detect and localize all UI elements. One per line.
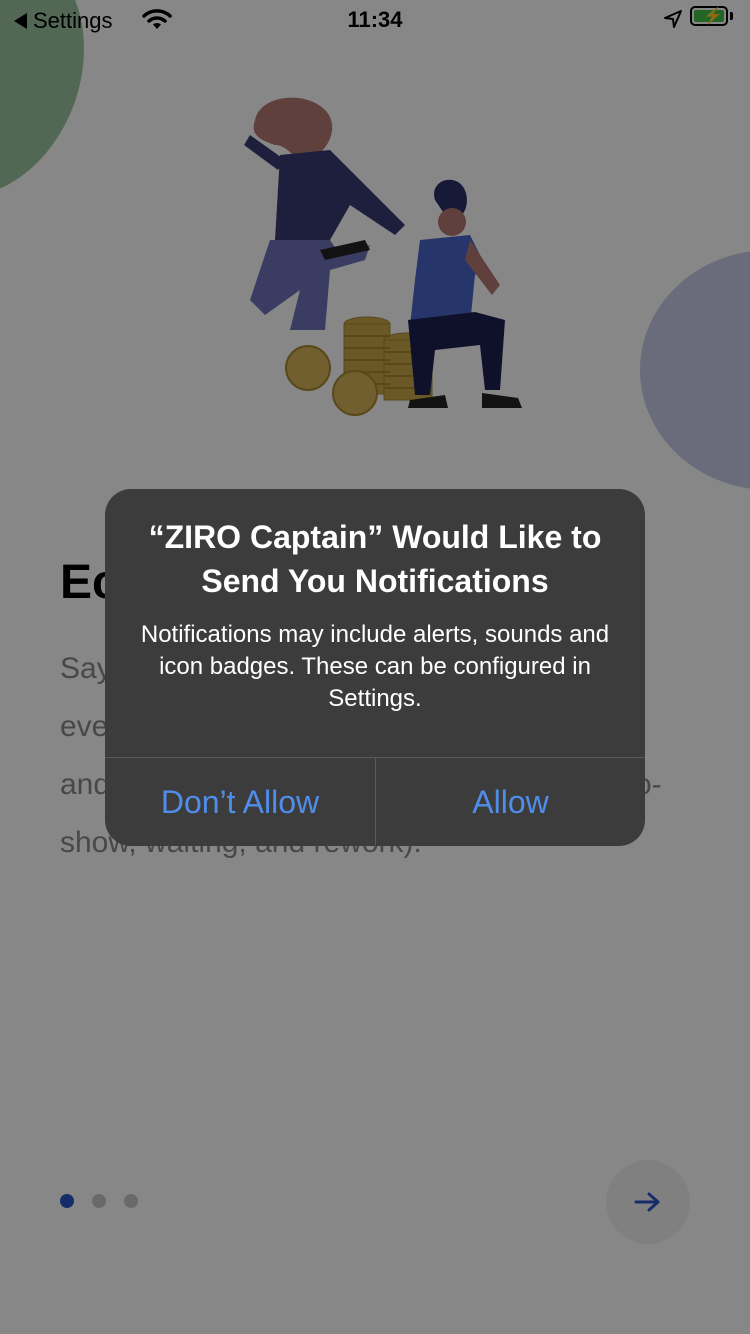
notification-permission-alert: “ZIRO Captain” Would Like to Send You No…: [105, 489, 645, 846]
app-screen: Settings 11:34 ⚡ Ec Say eve and o- show,…: [0, 0, 750, 1334]
alert-title: “ZIRO Captain” Would Like to Send You No…: [148, 519, 602, 599]
allow-button[interactable]: Allow: [376, 758, 645, 846]
dont-allow-button[interactable]: Don’t Allow: [105, 758, 375, 846]
alert-message: Notifications may include alerts, sounds…: [140, 621, 610, 712]
